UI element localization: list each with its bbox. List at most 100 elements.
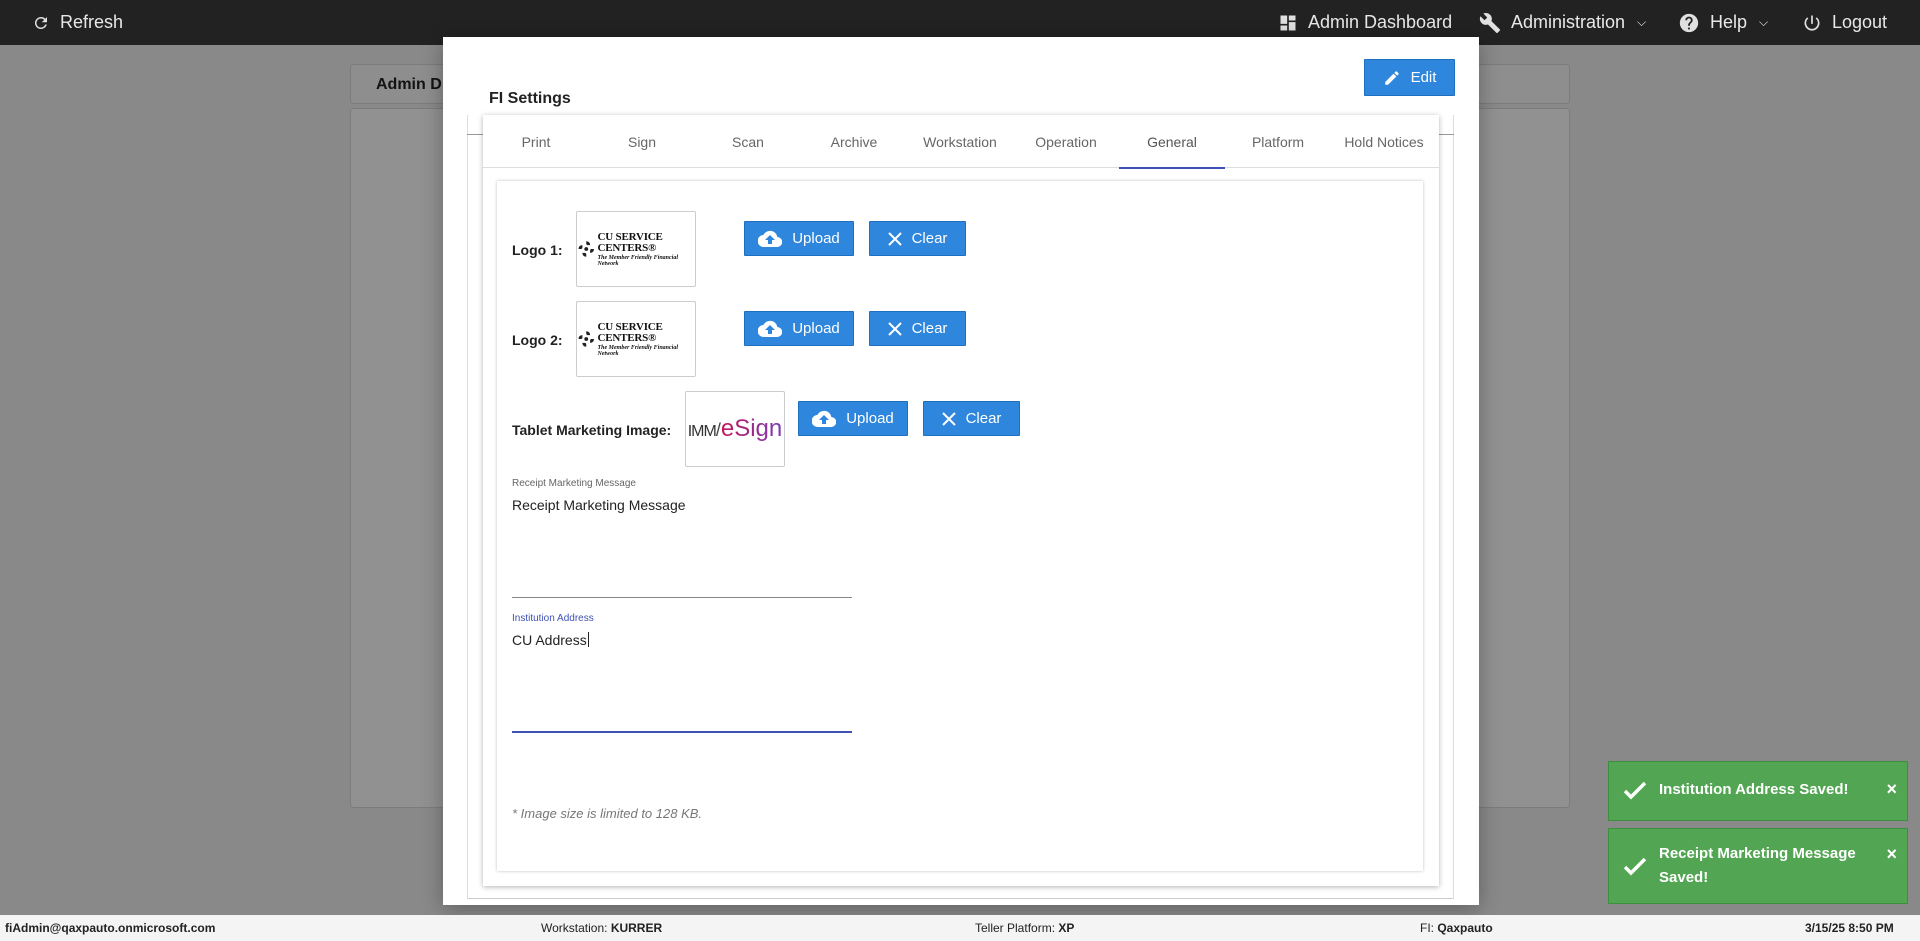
clear-label: Clear bbox=[911, 230, 948, 247]
cloud-upload-icon bbox=[758, 230, 783, 247]
dashboard-icon bbox=[1280, 15, 1296, 30]
tab-archive[interactable]: Archive bbox=[801, 115, 907, 168]
close-icon bbox=[941, 411, 956, 426]
toast-receipt-message-saved: Receipt Marketing Message Saved! × bbox=[1608, 828, 1908, 904]
check-icon bbox=[1623, 781, 1647, 800]
logout-button[interactable]: Logout bbox=[1802, 0, 1887, 45]
pencil-icon bbox=[1384, 70, 1399, 85]
upload-label: Upload bbox=[846, 410, 894, 427]
edit-button[interactable]: Edit bbox=[1364, 59, 1455, 96]
tab-label: Platform bbox=[1251, 133, 1305, 150]
general-tab-panel: Logo 1: CU SERVICE CENTERS® The Member F… bbox=[497, 181, 1423, 871]
toast-message-line1: Receipt Marketing Message bbox=[1659, 845, 1856, 862]
tablet-clear-button[interactable]: Clear bbox=[923, 401, 1020, 436]
esign-brand: eSign bbox=[720, 415, 783, 442]
status-platform-label: Teller Platform: bbox=[975, 921, 1056, 935]
toast-close-icon[interactable]: × bbox=[1886, 844, 1897, 865]
toast-close-icon[interactable]: × bbox=[1886, 779, 1897, 800]
help-icon bbox=[1679, 13, 1699, 32]
institution-address-underline bbox=[512, 731, 852, 733]
refresh-label: Refresh bbox=[60, 12, 124, 32]
status-platform: Teller Platform: XP bbox=[975, 921, 1074, 935]
tab-label: Sign bbox=[627, 133, 657, 150]
tab-label: Hold Notices bbox=[1344, 133, 1424, 150]
imm-esign-logo: IMM / eSign bbox=[687, 415, 783, 442]
cloud-upload-icon bbox=[758, 320, 783, 337]
tab-label: Print bbox=[521, 133, 551, 150]
tab-operation[interactable]: Operation bbox=[1013, 115, 1119, 168]
logo1-label: Logo 1: bbox=[512, 242, 563, 258]
power-icon bbox=[1804, 15, 1820, 31]
settings-tabs: Print Sign Scan Archive Workstation Oper… bbox=[483, 115, 1439, 169]
tab-label: Archive bbox=[830, 133, 878, 150]
toast-message: Institution Address Saved! bbox=[1659, 781, 1849, 798]
tab-label: Scan bbox=[732, 133, 764, 150]
logo1-upload-button[interactable]: Upload bbox=[744, 221, 854, 256]
institution-address-field-label: Institution Address bbox=[512, 613, 594, 624]
administration-menu[interactable]: Administration ⌵ bbox=[1479, 0, 1646, 45]
edit-label: Edit bbox=[1410, 69, 1437, 86]
close-icon bbox=[887, 321, 902, 336]
status-datetime: 3/15/25 8:50 PM bbox=[1805, 921, 1894, 935]
logo1-preview: CU SERVICE CENTERS® The Member Friendly … bbox=[576, 211, 696, 287]
tab-general[interactable]: General bbox=[1119, 115, 1225, 169]
settings-card: Print Sign Scan Archive Workstation Oper… bbox=[483, 115, 1439, 886]
tab-workstation[interactable]: Workstation bbox=[907, 115, 1013, 168]
logo-wordmark: CU SERVICE CENTERS® bbox=[597, 230, 663, 254]
logo1-clear-button[interactable]: Clear bbox=[869, 221, 966, 256]
status-workstation: Workstation: KURRER bbox=[541, 921, 662, 935]
tab-label: Operation bbox=[1035, 133, 1097, 150]
chevron-down-icon: ⌵ bbox=[1759, 15, 1769, 29]
receipt-marketing-field-label: Receipt Marketing Message bbox=[512, 478, 636, 489]
upload-label: Upload bbox=[792, 230, 840, 247]
tab-hold-notices[interactable]: Hold Notices bbox=[1331, 115, 1437, 168]
clear-label: Clear bbox=[965, 410, 1002, 427]
chevron-down-icon: ⌵ bbox=[1637, 15, 1647, 29]
text-caret bbox=[587, 632, 589, 647]
refresh-icon bbox=[34, 16, 47, 29]
logo-tagline: The Member Friendly Financial Network bbox=[597, 254, 679, 267]
status-fi: FI: Qaxpauto bbox=[1420, 921, 1493, 935]
status-fi-label: FI: bbox=[1420, 921, 1434, 935]
tab-sign[interactable]: Sign bbox=[589, 115, 695, 168]
admin-dashboard-label: Admin Dashboard bbox=[1308, 12, 1453, 32]
tab-label: Workstation bbox=[923, 133, 997, 150]
institution-address-value: CU Address bbox=[512, 632, 587, 648]
receipt-marketing-textarea[interactable]: Receipt Marketing Message bbox=[512, 497, 686, 513]
tab-scan[interactable]: Scan bbox=[695, 115, 801, 168]
tab-platform[interactable]: Platform bbox=[1225, 115, 1331, 168]
upload-label: Upload bbox=[792, 320, 840, 337]
tablet-upload-button[interactable]: Upload bbox=[798, 401, 908, 436]
administration-label: Administration bbox=[1511, 12, 1626, 32]
tablet-marketing-preview: IMM / eSign bbox=[685, 391, 785, 467]
status-workstation-value: KURRER bbox=[610, 921, 663, 935]
tab-print[interactable]: Print bbox=[483, 115, 589, 168]
status-workstation-label: Workstation: bbox=[541, 921, 608, 935]
esign-prefix: IMM bbox=[687, 423, 717, 440]
status-fi-value: Qaxpauto bbox=[1437, 921, 1493, 935]
toast-message-line2: Saved! bbox=[1659, 869, 1709, 886]
logo2-preview: CU SERVICE CENTERS® The Member Friendly … bbox=[576, 301, 696, 377]
refresh-button[interactable]: Refresh bbox=[32, 0, 123, 45]
image-size-note: * Image size is limited to 128 KB. bbox=[512, 806, 703, 821]
modal-title: FI Settings bbox=[489, 90, 571, 107]
fi-settings-modal: FI Settings Edit Print Sign Scan Archive… bbox=[443, 37, 1479, 905]
toast-institution-address-saved: Institution Address Saved! × bbox=[1608, 761, 1908, 821]
logo-wordmark: CU SERVICE CENTERS® bbox=[597, 320, 663, 344]
receipt-marketing-underline bbox=[512, 597, 852, 598]
check-icon bbox=[1623, 857, 1647, 876]
status-platform-value: XP bbox=[1058, 921, 1075, 935]
clear-label: Clear bbox=[911, 320, 948, 337]
logo2-upload-button[interactable]: Upload bbox=[744, 311, 854, 346]
status-user: fiAdmin@qaxpauto.onmicrosoft.com bbox=[5, 921, 216, 935]
tab-label: General bbox=[1147, 133, 1197, 150]
logo-tagline: The Member Friendly Financial Network bbox=[597, 344, 679, 357]
logout-label: Logout bbox=[1832, 12, 1888, 32]
institution-address-textarea[interactable]: CU Address bbox=[512, 632, 589, 648]
logo2-clear-button[interactable]: Clear bbox=[869, 311, 966, 346]
cloud-upload-icon bbox=[812, 410, 837, 427]
tablet-marketing-label: Tablet Marketing Image: bbox=[512, 422, 672, 438]
logo2-label: Logo 2: bbox=[512, 332, 563, 348]
help-menu[interactable]: Help ⌵ bbox=[1678, 0, 1768, 45]
wrench-icon bbox=[1479, 12, 1501, 33]
